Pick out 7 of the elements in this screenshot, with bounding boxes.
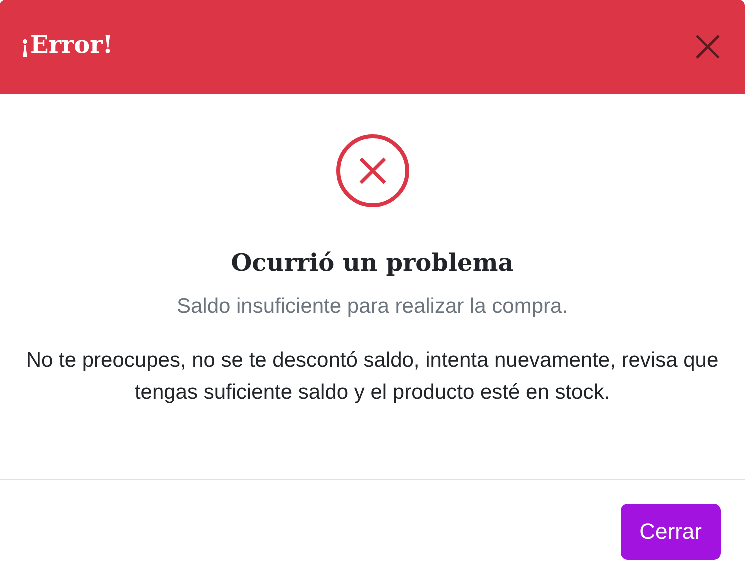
dialog-title: ¡Error! [20, 30, 114, 58]
close-button[interactable] [695, 34, 721, 60]
error-icon [336, 134, 410, 208]
close-dialog-button[interactable]: Cerrar [620, 504, 721, 560]
message-text: No te preocupes, no se te descontó saldo, intenta nuevamente, revisa que tengas suficiente saldo y el producto esté en stock. [25, 348, 720, 406]
subtitle-text: Saldo insuficiente para realizar la compra. [176, 295, 568, 319]
dialog-heading: Ocurrió un problema [231, 248, 514, 277]
